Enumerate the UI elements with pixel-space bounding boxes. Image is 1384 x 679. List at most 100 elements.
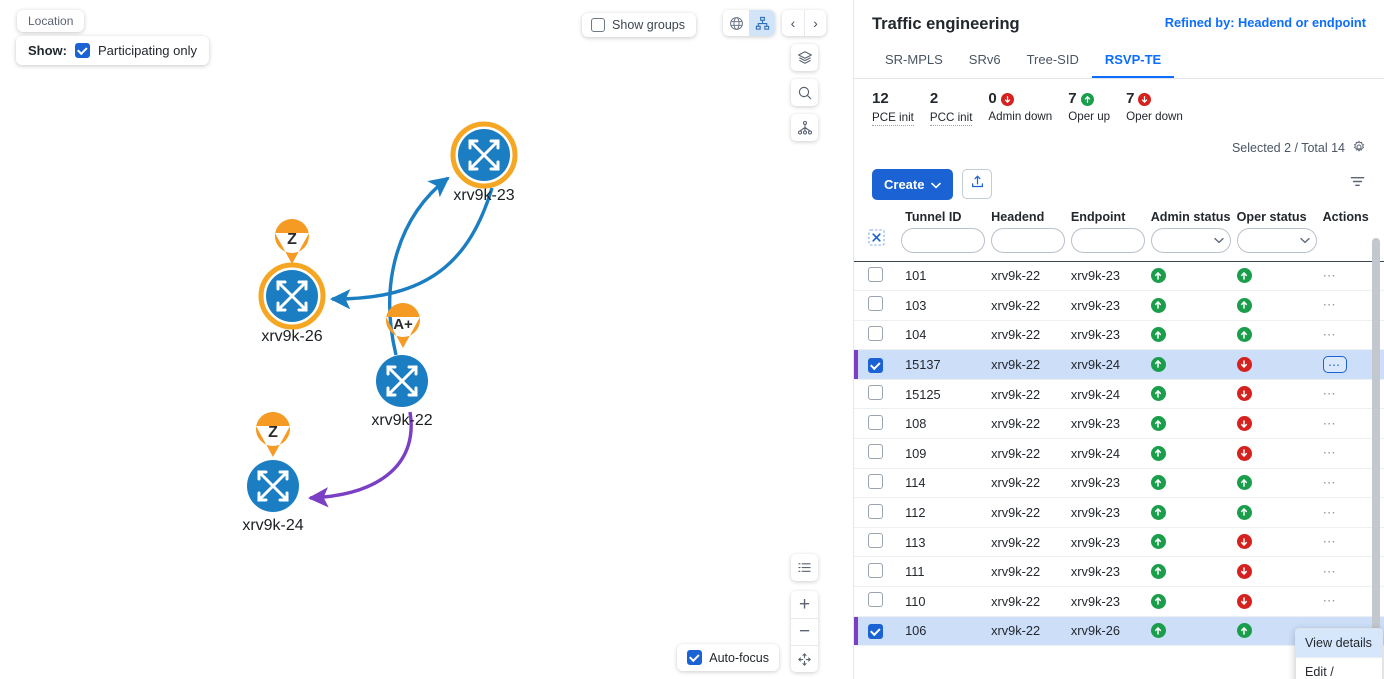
table-scrollbar[interactable] [1372,237,1380,679]
gear-icon[interactable] [1352,140,1366,157]
th-endpoint[interactable]: Endpoint [1071,210,1151,228]
table-row[interactable]: 114 xrv9k-22 xrv9k-23 ⋯ [854,468,1384,499]
row-checkbox[interactable] [868,562,883,578]
row-actions-button[interactable]: ⋯ [1323,445,1338,460]
row-checkbox[interactable] [868,325,883,341]
table-row[interactable]: 113 xrv9k-22 xrv9k-23 ⋯ [854,527,1384,558]
tab-srv6[interactable]: SRv6 [956,46,1014,78]
menu-item-view-details[interactable]: View details [1296,628,1382,657]
topology-canvas[interactable]: Z A+ Z [0,0,853,679]
row-checkbox[interactable] [868,592,883,608]
zoom-in-button[interactable]: + [791,591,818,618]
row-actions-button[interactable]: ⋯ [1323,593,1338,608]
row-checkbox[interactable] [868,473,883,489]
topology-node-xrv9k-23[interactable] [450,121,518,189]
view-mode-toggle[interactable] [723,10,775,36]
table-row[interactable]: 15125 xrv9k-22 xrv9k-24 ⋯ [854,379,1384,410]
create-button[interactable]: Create [872,168,954,200]
location-chip[interactable]: Location [17,10,85,32]
export-button[interactable] [962,169,993,199]
show-filter-chip[interactable]: Show: Participating only [16,36,209,65]
row-select-cell[interactable] [854,556,902,588]
table-row[interactable]: 112 xrv9k-22 xrv9k-23 ⋯ [854,497,1384,528]
filter-endpoint-input[interactable] [1070,227,1145,253]
scrollbar-thumb[interactable] [1372,237,1380,679]
filter-tunnel-id-input[interactable] [901,227,986,253]
stat-admin-down[interactable]: 0 Admin down [988,90,1052,126]
row-checkbox[interactable] [868,296,883,312]
stat-pce-init[interactable]: 12 PCE init [872,90,914,126]
search-icon[interactable] [791,79,818,106]
nav-prev-button[interactable]: ‹ [782,10,804,36]
row-actions-button[interactable]: ⋯ [1323,268,1338,283]
row-select-cell[interactable] [854,260,902,292]
row-checkbox[interactable] [868,414,883,430]
table-row[interactable]: 15137 xrv9k-22 xrv9k-24 ⋯ [854,349,1384,380]
row-select-cell[interactable] [854,379,902,410]
row-actions-button[interactable]: ⋯ [1323,534,1338,549]
tab-rsvp-te[interactable]: RSVP-TE [1091,46,1175,78]
row-actions-button[interactable]: ⋯ [1323,416,1338,431]
filter-headend-input[interactable] [991,227,1065,253]
filter-oper-status-select[interactable] [1236,227,1317,253]
th-oper-status[interactable]: Oper status [1237,210,1323,228]
topology-node-xrv9k-24[interactable] [247,460,299,512]
row-select-cell[interactable] [854,290,902,321]
row-select-cell[interactable] [854,320,902,351]
row-select-cell[interactable] [854,527,902,558]
auto-focus-chip[interactable]: Auto-focus [677,644,779,671]
panel-nav-arrows[interactable]: ‹ › [782,10,826,36]
row-select-cell[interactable] [854,438,902,469]
row-checkbox[interactable] [868,444,883,460]
legend-icon[interactable] [791,554,818,581]
row-checkbox[interactable] [868,624,883,640]
layers-icon[interactable] [791,44,818,71]
row-actions-button[interactable]: ⋯ [1323,475,1338,490]
stat-oper-down[interactable]: 7 Oper down [1126,90,1183,126]
logical-topology-icon[interactable] [749,10,775,36]
row-checkbox[interactable] [868,266,883,282]
topology-node-xrv9k-26[interactable] [258,262,326,330]
menu-item-edit-delete[interactable]: Edit / Delete [1296,656,1382,679]
table-row[interactable]: 101 xrv9k-22 xrv9k-23 ⋯ [854,260,1384,292]
table-row[interactable]: 111 xrv9k-22 xrv9k-23 ⋯ [854,556,1384,588]
row-select-cell[interactable] [854,616,902,647]
table-row[interactable]: 103 xrv9k-22 xrv9k-23 ⋯ [854,290,1384,321]
stat-pcc-init[interactable]: 2 PCC init [929,90,973,126]
fit-to-screen-icon[interactable] [791,645,818,672]
auto-focus-checkbox[interactable] [687,650,703,665]
row-checkbox[interactable] [868,357,883,373]
th-headend[interactable]: Headend [991,210,1071,228]
show-groups-checkbox[interactable] [591,18,606,32]
row-actions-button[interactable]: ⋯ [1323,297,1338,312]
stat-oper-up[interactable]: 7 Oper up [1068,90,1110,126]
row-actions-button[interactable]: ⋯ [1322,356,1347,374]
participating-only-checkbox[interactable] [75,43,90,58]
row-actions-button[interactable]: ⋯ [1323,327,1338,342]
row-checkbox[interactable] [868,533,883,549]
th-tunnel-id[interactable]: Tunnel ID [901,210,991,228]
table-row[interactable]: 109 xrv9k-22 xrv9k-24 ⋯ [854,438,1384,469]
row-checkbox[interactable] [868,503,883,519]
tab-sr-mpls[interactable]: SR-MPLS [872,46,956,78]
row-select-cell[interactable] [854,468,902,499]
zoom-out-button[interactable]: − [791,618,818,645]
row-select-cell[interactable] [854,497,902,528]
th-admin-status[interactable]: Admin status [1151,210,1237,228]
clear-selection-icon[interactable] [868,229,885,250]
filter-icon[interactable] [1349,173,1366,195]
table-row[interactable]: 104 xrv9k-22 xrv9k-23 ⋯ [854,320,1384,351]
table-row[interactable]: 110 xrv9k-22 xrv9k-23 ⋯ [854,586,1384,617]
row-checkbox[interactable] [868,385,883,401]
row-actions-button[interactable]: ⋯ [1323,564,1338,579]
topology-node-xrv9k-22[interactable] [376,355,428,407]
geo-map-icon[interactable] [723,10,749,36]
show-groups-chip[interactable]: Show groups [582,13,696,37]
tab-tree-sid[interactable]: Tree-SID [1014,46,1092,78]
hierarchy-icon[interactable] [791,114,818,141]
row-actions-button[interactable]: ⋯ [1323,505,1338,520]
tunnels-table-container[interactable]: Tunnel ID Headend Endpoint Admin status … [854,210,1384,679]
filter-admin-status-select[interactable] [1150,227,1231,253]
row-select-cell[interactable] [854,349,902,380]
table-row[interactable]: 108 xrv9k-22 xrv9k-23 ⋯ [854,408,1384,440]
